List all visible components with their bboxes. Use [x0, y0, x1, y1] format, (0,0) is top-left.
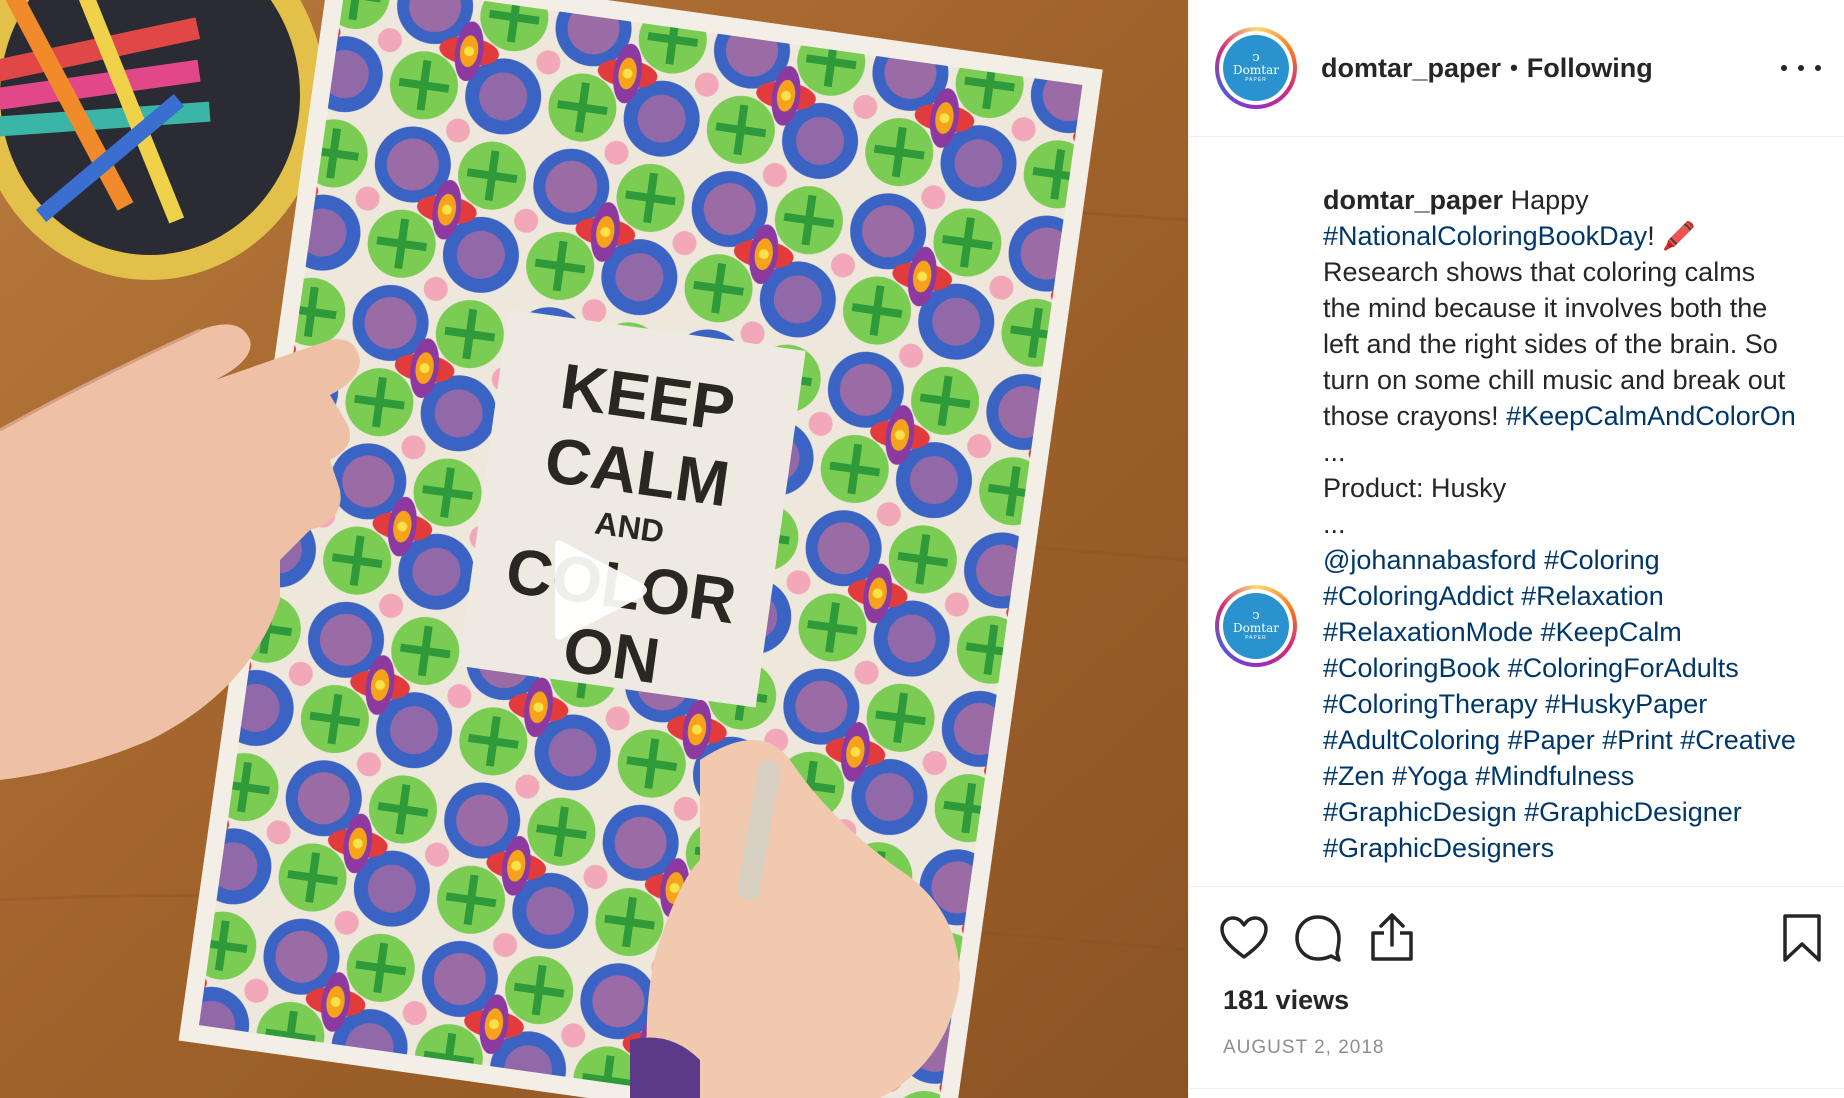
- hashtag-link[interactable]: #Mindfulness: [1475, 761, 1634, 791]
- hashtag-link[interactable]: #NationalColoringBookDay: [1323, 221, 1647, 251]
- post-caption: domtar_paper Happy #NationalColoringBookD…: [1323, 182, 1833, 866]
- caption-text: [1500, 653, 1508, 683]
- caption-line: domtar_paper Happy: [1323, 182, 1833, 218]
- caption-line: Research shows that coloring calms: [1323, 254, 1833, 290]
- share-button[interactable]: [1367, 911, 1417, 968]
- caption-line: Product: Husky: [1323, 470, 1833, 506]
- separator-dot: •: [1510, 55, 1518, 80]
- caption-line: the mind because it involves both the: [1323, 290, 1833, 326]
- share-icon: [1371, 913, 1413, 961]
- hashtag-link[interactable]: #GraphicDesigners: [1323, 833, 1554, 863]
- heart-icon: [1220, 916, 1268, 959]
- caption-text: left and the right sides of the brain. S…: [1323, 329, 1778, 359]
- caption-line: those crayons! #KeepCalmAndColorOn: [1323, 398, 1833, 434]
- caption-avatar[interactable]: ↄ Domtar PAPER: [1215, 585, 1297, 667]
- view-count[interactable]: 181 views: [1223, 985, 1349, 1016]
- caption-line: #GraphicDesigners: [1323, 830, 1833, 866]
- hashtag-link[interactable]: #KeepCalm: [1541, 617, 1682, 647]
- post-date[interactable]: AUGUST 2, 2018: [1223, 1037, 1385, 1059]
- caption-line: #ColoringTherapy #HuskyPaper: [1323, 686, 1833, 722]
- caption-text: [1500, 725, 1508, 755]
- hashtag-link[interactable]: #Creative: [1680, 725, 1796, 755]
- hashtag-link[interactable]: #GraphicDesigner: [1524, 797, 1742, 827]
- caption-line: #RelaxationMode #KeepCalm: [1323, 614, 1833, 650]
- hashtag-link[interactable]: #HuskyPaper: [1545, 689, 1707, 719]
- caption-line: #AdultColoring #Paper #Print #Creative: [1323, 722, 1833, 758]
- caption-line: @johannabasford #Coloring: [1323, 542, 1833, 578]
- save-button[interactable]: [1781, 913, 1823, 968]
- caption-text: [1537, 545, 1545, 575]
- header-username-link[interactable]: domtar_paper: [1321, 53, 1501, 84]
- more-options-button[interactable]: [1781, 50, 1821, 86]
- bookmark-icon: [1783, 914, 1821, 962]
- hashtag-link[interactable]: #Paper: [1508, 725, 1595, 755]
- caption-text: those crayons!: [1323, 401, 1507, 431]
- more-dot-icon: [1815, 65, 1821, 71]
- caption-text: ...: [1323, 437, 1346, 467]
- post-actions: 181 views AUGUST 2, 2018: [1189, 886, 1844, 1098]
- hashtag-link[interactable]: #Print: [1602, 725, 1673, 755]
- play-icon: [555, 540, 647, 640]
- caption-text: turn on some chill music and break out: [1323, 365, 1786, 395]
- hashtag-link[interactable]: #GraphicDesign: [1323, 797, 1517, 827]
- caption-text: ! 🖍️: [1647, 221, 1696, 251]
- caption-line: left and the right sides of the brain. S…: [1323, 326, 1833, 362]
- caption-text: Happy: [1510, 185, 1589, 215]
- hashtag-link[interactable]: #ColoringAddict: [1323, 581, 1514, 611]
- hashtag-link[interactable]: #Relaxation: [1521, 581, 1664, 611]
- comments-scroll-area[interactable]: ↄ Domtar PAPER domtar_paper Happy #Nation…: [1189, 138, 1844, 886]
- following-button[interactable]: Following: [1527, 53, 1653, 84]
- caption-line: #ColoringBook #ColoringForAdults: [1323, 650, 1833, 686]
- more-dot-icon: [1781, 65, 1787, 71]
- post-header: ↄ Domtar PAPER domtar_paper • Following: [1189, 0, 1844, 137]
- caption-text: [1385, 761, 1393, 791]
- caption-text: Product: Husky: [1323, 473, 1507, 503]
- hashtag-link[interactable]: #ColoringBook: [1323, 653, 1500, 683]
- hashtag-link[interactable]: #KeepCalmAndColorOn: [1506, 401, 1796, 431]
- caption-text: [1514, 581, 1522, 611]
- profile-avatar[interactable]: ↄ Domtar PAPER: [1215, 27, 1297, 109]
- caption-line: #Zen #Yoga #Mindfulness: [1323, 758, 1833, 794]
- mention-link[interactable]: @johannabasford: [1323, 545, 1537, 575]
- caption-text: [1517, 797, 1525, 827]
- post-media-video[interactable]: KEEP CALM AND COLOR ON: [0, 0, 1188, 1098]
- hashtag-link[interactable]: #Zen: [1323, 761, 1385, 791]
- caption-line: turn on some chill music and break out: [1323, 362, 1833, 398]
- hashtag-link[interactable]: #Coloring: [1544, 545, 1660, 575]
- caption-username-link[interactable]: domtar_paper: [1323, 185, 1503, 215]
- caption-line: ...: [1323, 506, 1833, 542]
- comment-icon: [1295, 915, 1341, 962]
- hashtag-link[interactable]: #Yoga: [1392, 761, 1468, 791]
- play-button[interactable]: [525, 520, 665, 660]
- domtar-logo: ↄ Domtar PAPER: [1223, 593, 1289, 659]
- caption-text: [1538, 689, 1546, 719]
- hashtag-link[interactable]: #ColoringForAdults: [1508, 653, 1739, 683]
- hashtag-link[interactable]: #RelaxationMode: [1323, 617, 1533, 647]
- caption-line: #GraphicDesign #GraphicDesigner: [1323, 794, 1833, 830]
- caption-text: Research shows that coloring calms: [1323, 257, 1756, 287]
- hashtag-link[interactable]: #ColoringTherapy: [1323, 689, 1538, 719]
- like-button[interactable]: [1219, 915, 1269, 966]
- comment-button[interactable]: [1293, 913, 1343, 968]
- caption-line: #ColoringAddict #Relaxation: [1323, 578, 1833, 614]
- hashtag-link[interactable]: #AdultColoring: [1323, 725, 1500, 755]
- more-dot-icon: [1798, 65, 1804, 71]
- caption-text: [1533, 617, 1541, 647]
- caption-line: #NationalColoringBookDay! 🖍️: [1323, 218, 1833, 254]
- comment-box-divider: [1189, 1088, 1844, 1098]
- caption-line: ...: [1323, 434, 1833, 470]
- domtar-logo: ↄ Domtar PAPER: [1223, 35, 1289, 101]
- post-side-panel: ↄ Domtar PAPER domtar_paper • Following …: [1188, 0, 1844, 1098]
- caption-text: the mind because it involves both the: [1323, 293, 1768, 323]
- caption-text: ...: [1323, 509, 1346, 539]
